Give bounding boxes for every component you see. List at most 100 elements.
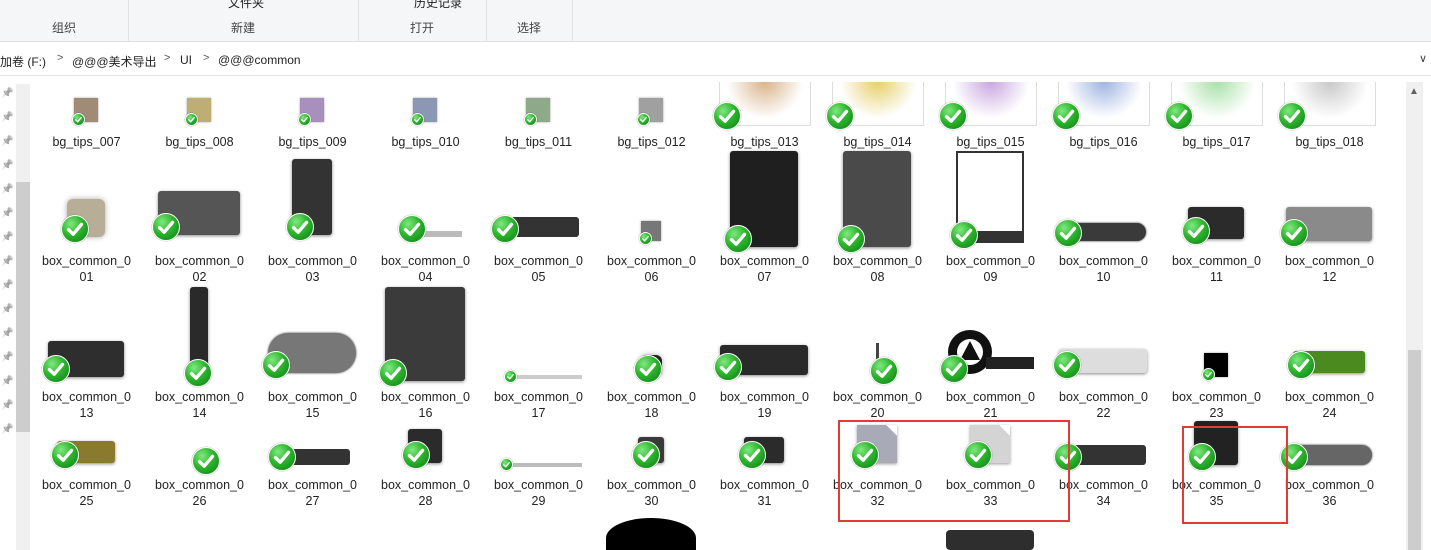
checkmark-icon: [504, 370, 517, 383]
file-name: bg_tips_009: [278, 135, 347, 149]
breadcrumb-common[interactable]: @@@common: [218, 53, 301, 67]
checkmark-icon: [398, 215, 426, 243]
pin-icon[interactable]: 📌: [1, 88, 13, 99]
file-name: bg_tips_012: [617, 135, 686, 149]
pin-icon[interactable]: 📌: [1, 232, 13, 243]
checkmark-icon: [1052, 102, 1080, 130]
file-name: bg_tips_018: [1295, 135, 1364, 149]
checkmark-icon: [379, 359, 407, 387]
checkmark-icon: [286, 213, 314, 241]
file-name: box_common_021: [946, 390, 1035, 420]
file-name: box_common_004: [381, 254, 470, 284]
breadcrumb-separator: >: [164, 52, 171, 64]
file-name: bg_tips_011: [504, 135, 573, 149]
file-name: box_common_025: [42, 478, 131, 508]
pin-icon[interactable]: 📌: [1, 280, 13, 291]
file-name: box_common_010: [1059, 254, 1148, 284]
checkmark-icon: [634, 355, 662, 383]
nav-scrollbar-thumb[interactable]: [16, 182, 30, 432]
checkmark-icon: [869, 357, 898, 385]
file-name: box_common_005: [494, 254, 583, 284]
ribbon-group-label: 打开: [409, 21, 434, 35]
file-name: bg_tips_007: [52, 135, 121, 149]
pin-icon[interactable]: 📌: [1, 112, 13, 123]
file-thumbnail: [506, 375, 582, 379]
highlight-box: [838, 420, 1070, 522]
checkmark-icon: [491, 215, 519, 243]
file-name: box_common_003: [268, 254, 357, 284]
file-name: bg_tips_008: [165, 135, 234, 149]
checkmark-icon: [1054, 219, 1082, 247]
checkmark-icon: [185, 113, 198, 126]
checkmark-icon: [714, 353, 742, 381]
checkmark-icon: [500, 458, 513, 471]
pin-icon[interactable]: 📌: [1, 376, 13, 387]
checkmark-icon: [268, 443, 296, 471]
file-name: box_common_022: [1059, 390, 1148, 420]
checkmark-icon: [1280, 219, 1308, 247]
file-name: bg_tips_010: [391, 135, 460, 149]
checkmark-icon: [262, 351, 290, 379]
file-name: box_common_027: [268, 478, 357, 508]
checkmark-icon: [1278, 102, 1306, 130]
pin-icon[interactable]: 📌: [1, 352, 13, 363]
file-thumbnail-partial[interactable]: [946, 530, 1034, 550]
checkmark-icon: [738, 441, 766, 469]
file-name: box_common_017: [494, 390, 583, 420]
checkmark-icon: [1287, 351, 1315, 379]
chevron-down-icon[interactable]: ∨: [1419, 52, 1427, 65]
checkmark-icon: [51, 441, 79, 469]
new-folder-button[interactable]: 文件夹: [228, 0, 264, 11]
checkmark-icon: [639, 232, 652, 245]
file-name: box_common_020: [833, 390, 922, 420]
pin-icon[interactable]: 📌: [1, 208, 13, 219]
pin-icon[interactable]: 📌: [1, 160, 13, 171]
breadcrumb-separator: >: [203, 52, 210, 64]
checkmark-icon: [402, 441, 430, 469]
pin-icon[interactable]: 📌: [1, 304, 13, 315]
checkmark-icon: [950, 221, 978, 249]
file-name: box_common_018: [607, 390, 696, 420]
checkmark-icon: [184, 359, 212, 387]
file-name: box_common_011: [1172, 254, 1261, 284]
pin-icon[interactable]: 📌: [1, 400, 13, 411]
pin-icon[interactable]: 📌: [1, 328, 13, 339]
file-name: bg_tips_013: [730, 135, 799, 149]
file-name: box_common_009: [946, 254, 1035, 284]
scrollbar-thumb[interactable]: [1408, 350, 1421, 550]
file-thumbnail-partial[interactable]: [606, 518, 696, 550]
file-name: box_common_013: [42, 390, 131, 420]
checkmark-icon: [72, 113, 85, 126]
breadcrumb-separator: >: [57, 52, 64, 64]
ribbon-group: 组织: [0, 0, 129, 41]
checkmark-icon: [940, 355, 968, 383]
file-name: box_common_014: [155, 390, 244, 420]
file-name: box_common_028: [381, 478, 470, 508]
file-name: box_common_001: [42, 254, 131, 284]
checkmark-icon: [713, 102, 741, 130]
scroll-up-arrow-icon[interactable]: ▲: [1409, 86, 1419, 97]
history-button[interactable]: 历史记录: [414, 0, 462, 11]
breadcrumb-ui[interactable]: UI: [180, 53, 192, 67]
file-name: box_common_029: [494, 478, 583, 508]
ribbon-group-label: 新建: [230, 21, 255, 35]
pin-icon[interactable]: 📌: [1, 184, 13, 195]
pin-icon[interactable]: 📌: [1, 256, 13, 267]
ribbon: 组织 新建 打开 选择 文件夹 历史记录: [0, 0, 1431, 42]
checkmark-icon: [939, 102, 967, 130]
file-name: box_common_008: [833, 254, 922, 284]
checkmark-icon: [411, 113, 424, 126]
file-name: bg_tips_016: [1069, 135, 1138, 149]
vertical-scrollbar[interactable]: ▲: [1406, 82, 1423, 550]
checkmark-icon: [826, 102, 854, 130]
address-bar[interactable]: 加卷 (F:) > @@@美术导出 > UI > @@@common ∨: [0, 46, 1431, 76]
checkmark-icon: [724, 225, 752, 253]
ribbon-group-label: 选择: [516, 21, 541, 35]
highlight-box: [1182, 426, 1288, 524]
checkmark-icon: [42, 355, 70, 383]
file-name: box_common_026: [155, 478, 244, 508]
pin-icon[interactable]: 📌: [1, 136, 13, 147]
breadcrumb-art-export[interactable]: @@@美术导出: [72, 53, 157, 70]
breadcrumb-drive[interactable]: 加卷 (F:): [0, 53, 46, 70]
pin-icon[interactable]: 📌: [1, 424, 13, 435]
